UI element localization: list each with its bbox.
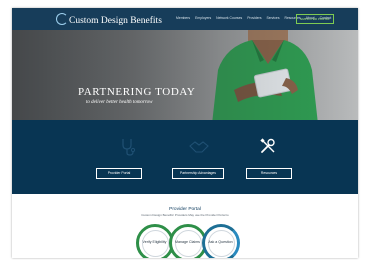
- top-nav: Custom Design Benefits Members Employers…: [12, 8, 358, 30]
- hero-title: PARTNERING TODAY: [78, 86, 196, 98]
- hero-banner: PARTNERING TODAY to deliver better healt…: [12, 30, 358, 120]
- employer-portal-button[interactable]: EMPLOYER PORTAL: [296, 14, 334, 24]
- nav-link-members[interactable]: Members: [176, 16, 190, 20]
- nav-link-employers[interactable]: Employers: [195, 16, 211, 20]
- nav-link-services[interactable]: Services: [267, 16, 280, 20]
- ask-a-question-label: Ask a Question: [208, 240, 233, 244]
- hero-subtitle: to deliver better health tomorrow: [86, 100, 153, 105]
- logo-icon: [56, 13, 68, 25]
- site-logo[interactable]: Custom Design Benefits: [56, 13, 162, 26]
- tools-icon: [260, 138, 275, 153]
- resources-button[interactable]: Resources: [246, 168, 292, 179]
- portal-section-title: Provider Portal: [169, 207, 201, 212]
- hero-overlay: [12, 30, 358, 120]
- provider-portal-button[interactable]: Provider Portal: [96, 168, 142, 179]
- partnership-advantages-button[interactable]: Partnership Advantages: [172, 168, 224, 179]
- portal-section-subtitle: Custom Design Benefits' Providers May us…: [141, 213, 229, 217]
- verify-eligibility-label: Verify Eligibility: [142, 240, 167, 244]
- stethoscope-icon: [122, 139, 136, 156]
- website-page: Custom Design Benefits Members Employers…: [12, 8, 358, 258]
- quick-links-band: Provider Portal Partnership Advantages R…: [12, 120, 358, 194]
- logo-text: Custom Design Benefits: [69, 16, 162, 26]
- ask-a-question-circle[interactable]: Ask a Question: [202, 224, 240, 258]
- handshake-icon: [189, 141, 209, 153]
- manage-claims-label: Manage Claims: [175, 240, 200, 244]
- nav-link-network-courses[interactable]: Network Courses: [216, 16, 242, 20]
- nav-link-providers[interactable]: Providers: [247, 16, 261, 20]
